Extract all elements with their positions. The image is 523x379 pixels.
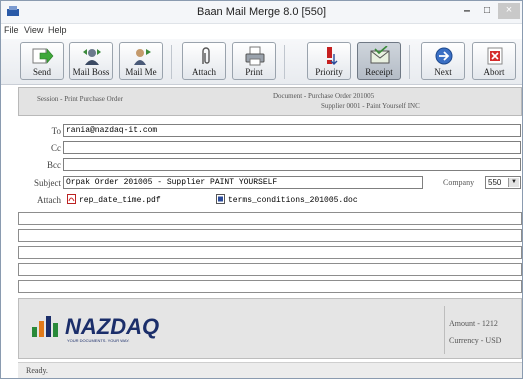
menu-file[interactable]: File [4, 25, 19, 35]
currency-text: Currency - USD [449, 336, 502, 345]
maximize-button[interactable]: □ [478, 3, 496, 19]
to-label: To [51, 126, 61, 136]
body-line[interactable] [18, 263, 522, 276]
toolbar-separator [409, 45, 410, 79]
logo-bars-icon [32, 316, 58, 337]
abort-icon [487, 47, 503, 65]
session-text: Session - Print Purchase Order [37, 95, 123, 103]
menu-bar: File View Help [1, 23, 522, 37]
doc-file-icon [216, 194, 225, 204]
document-text: Document - Purchase Order 201005 [273, 92, 375, 100]
attach-row: Attach rep_date_time.pdf terms_condition… [1, 193, 522, 207]
attach-label: Attach [192, 67, 216, 77]
footer-panel: NAZDAQ YOUR DOCUMENTS. YOUR WAY. Amount … [18, 298, 522, 359]
next-arrow-icon [435, 47, 453, 65]
priority-label: Priority [315, 67, 343, 77]
attach-field-label: Attach [37, 195, 61, 205]
close-button[interactable]: × [498, 3, 520, 19]
receipt-button[interactable]: Receipt [357, 42, 401, 80]
print-label: Print [245, 67, 263, 77]
toolbar-separator [284, 45, 285, 79]
mail-me-button[interactable]: Mail Me [119, 42, 163, 80]
bcc-label: Bcc [47, 160, 61, 170]
window-title: Baan Mail Merge 8.0 [550] [196, 6, 327, 18]
amount-box: Amount - 1212 Currency - USD [444, 306, 522, 354]
subject-row: Subject Orpak Order 201005 - Supplier PA… [1, 176, 522, 190]
document-info-panel: Session - Print Purchase Order Document … [18, 87, 522, 116]
cc-row: Cc [1, 141, 522, 155]
abort-label: Abort [483, 67, 505, 77]
bcc-row: Bcc [1, 158, 522, 172]
send-label: Send [33, 67, 51, 77]
priority-icon [327, 47, 338, 65]
to-row: To rania@nazdaq-it.com [1, 124, 522, 138]
company-select[interactable]: 550 ▼ [485, 176, 521, 189]
cc-field[interactable] [63, 141, 521, 154]
body-line[interactable] [18, 246, 522, 259]
mail-boss-label: Mail Boss [72, 67, 110, 77]
attachment-name: rep_date_time.pdf [79, 196, 161, 205]
bcc-field[interactable] [63, 158, 521, 171]
send-button[interactable]: Send [20, 42, 64, 80]
receipt-icon [370, 46, 390, 64]
company-label: Company [443, 178, 475, 187]
cc-label: Cc [51, 143, 61, 153]
supplier-text: Supplier 0001 - Paint Yourself INC [321, 102, 420, 110]
next-label: Next [434, 67, 452, 77]
print-button[interactable]: Print [232, 42, 276, 80]
subject-field[interactable]: Orpak Order 201005 - Supplier PAINT YOUR… [63, 176, 423, 189]
receipt-label: Receipt [365, 67, 393, 77]
body-line[interactable] [18, 229, 522, 242]
attachment-name: terms_conditions_201005.doc [228, 196, 358, 205]
mail-me-label: Mail Me [125, 67, 157, 77]
send-icon [32, 48, 54, 64]
nazdaq-logo: NAZDAQ YOUR DOCUMENTS. YOUR WAY. [31, 311, 191, 347]
body-line[interactable] [18, 280, 522, 293]
priority-button[interactable]: Priority [307, 42, 351, 80]
attachment-item[interactable]: rep_date_time.pdf [67, 194, 161, 205]
attachment-item[interactable]: terms_conditions_201005.doc [216, 194, 358, 205]
status-bar: Ready. [18, 362, 522, 378]
title-bar: Baan Mail Merge 8.0 [550] – □ × [1, 1, 522, 24]
subject-label: Subject [34, 178, 61, 188]
mail-boss-icon [83, 49, 101, 65]
amount-text: Amount - 1212 [449, 319, 498, 328]
abort-button[interactable]: Abort [472, 42, 516, 80]
menu-view[interactable]: View [24, 25, 43, 35]
mail-me-icon [134, 49, 151, 65]
mail-merge-window: Baan Mail Merge 8.0 [550] – □ × File Vie… [0, 0, 523, 379]
logo-tagline: YOUR DOCUMENTS. YOUR WAY. [67, 338, 130, 343]
toolbar: Send Mail Boss Mail Me Attach Print Prio… [1, 39, 522, 85]
logo-text: NAZDAQ [65, 314, 160, 339]
attach-button[interactable]: Attach [182, 42, 226, 80]
company-value: 550 [488, 178, 502, 187]
menu-help[interactable]: Help [48, 25, 67, 35]
chevron-down-icon[interactable]: ▼ [508, 178, 519, 187]
mail-boss-button[interactable]: Mail Boss [69, 42, 113, 80]
to-field[interactable]: rania@nazdaq-it.com [63, 124, 521, 137]
pdf-file-icon [67, 194, 76, 204]
toolbar-separator [171, 45, 172, 79]
printer-icon [245, 46, 265, 66]
body-line[interactable] [18, 212, 522, 225]
next-button[interactable]: Next [421, 42, 465, 80]
minimize-button[interactable]: – [458, 3, 476, 19]
paperclip-icon [202, 47, 210, 64]
status-text: Ready. [26, 366, 48, 375]
